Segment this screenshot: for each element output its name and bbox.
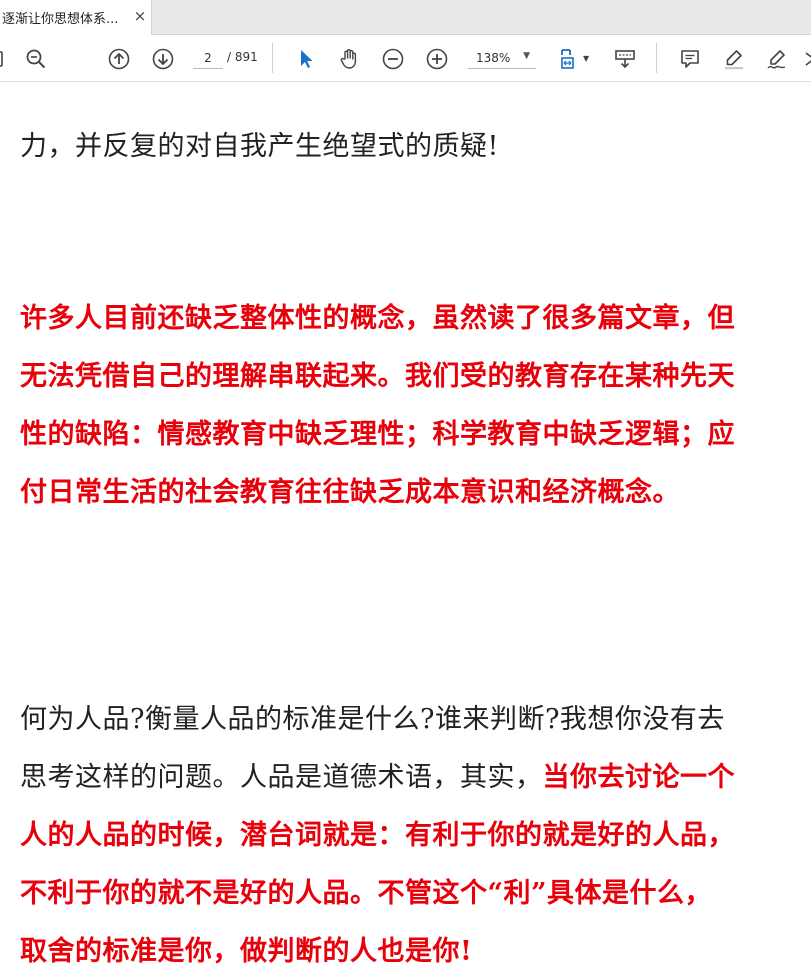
paragraph-1: 力，并反复的对自我产生绝望式的质疑! (20, 131, 499, 162)
paragraph-3-text: 思考这样的问题。人品是道德术语，其实， (20, 762, 543, 793)
document-tab[interactable]: 逐渐让你思想体系... × (0, 0, 152, 35)
paragraph-3: 何为人品?衡量人品的标准是什么?谁来判断?我想你没有去 思考这样的问题。人品是道… (20, 691, 800, 975)
tab-title: 逐渐让你思想体系... (2, 12, 119, 27)
comment-icon[interactable] (676, 45, 704, 73)
paragraph-3-line: 何为人品?衡量人品的标准是什么?谁来判断?我想你没有去 (20, 704, 725, 735)
chevron-down-icon: ▼ (523, 51, 530, 61)
fit-page-icon[interactable] (556, 45, 584, 73)
paragraph-2: 许多人目前还缺乏整体性的概念，虽然读了很多篇文章，但 无法凭借自己的理解串联起来… (20, 290, 800, 522)
toolbar-divider (272, 43, 273, 73)
document-page: 力，并反复的对自我产生绝望式的质疑! 许多人目前还缺乏整体性的概念，虽然读了很多… (0, 83, 811, 975)
zoom-search-icon[interactable] (22, 45, 50, 73)
scroll-mode-icon[interactable] (611, 45, 639, 73)
paragraph-3-emphasis-line: 取舍的标准是你，做判断的人也是你! (20, 936, 473, 967)
toolbar-divider (656, 43, 657, 73)
page-down-icon[interactable] (149, 45, 177, 73)
paragraph-3-emphasis-line: 不利于你的就不是好的人品。不管这个“利”具体是什么， (20, 878, 713, 909)
fit-page-dropdown-icon[interactable]: ▼ (583, 54, 589, 63)
more-tools-icon[interactable] (800, 45, 811, 73)
toolbar: / 891 138% ▼ ▼ (0, 35, 811, 82)
tab-bar: 逐渐让你思想体系... × (0, 0, 811, 35)
zoom-in-icon[interactable] (423, 45, 451, 73)
zoom-select[interactable]: 138% ▼ (468, 47, 536, 69)
page-number-input[interactable] (193, 47, 223, 69)
paragraph-2-line: 性的缺陷：情感教育中缺乏理性；科学教育中缺乏逻辑；应 (20, 419, 735, 450)
paragraph-2-line: 付日常生活的社会教育往往缺乏成本意识和经济概念。 (20, 477, 680, 508)
paragraph-3-line: 思考这样的问题。人品是道德术语，其实，当你去讨论一个 (20, 749, 800, 807)
hand-icon[interactable] (335, 45, 363, 73)
zoom-out-icon[interactable] (379, 45, 407, 73)
close-icon[interactable]: × (133, 7, 147, 25)
zoom-value: 138% (476, 51, 511, 65)
paragraph-2-line: 许多人目前还缺乏整体性的概念，虽然读了很多篇文章，但 (20, 303, 735, 334)
page-total: / 891 (227, 50, 258, 64)
paragraph-3-emphasis: 当你去讨论一个 (542, 762, 735, 793)
paragraph-2-line: 无法凭借自己的理解串联起来。我们受的教育存在某种先天 (20, 361, 735, 392)
select-arrow-icon[interactable] (292, 45, 320, 73)
sign-icon[interactable] (763, 45, 791, 73)
highlight-icon[interactable] (720, 45, 748, 73)
toolbar-edge-icon[interactable] (0, 45, 8, 73)
paragraph-3-emphasis-line: 人的人品的时候，潜台词就是：有利于你的就是好的人品， (20, 820, 735, 851)
page-up-icon[interactable] (105, 45, 133, 73)
